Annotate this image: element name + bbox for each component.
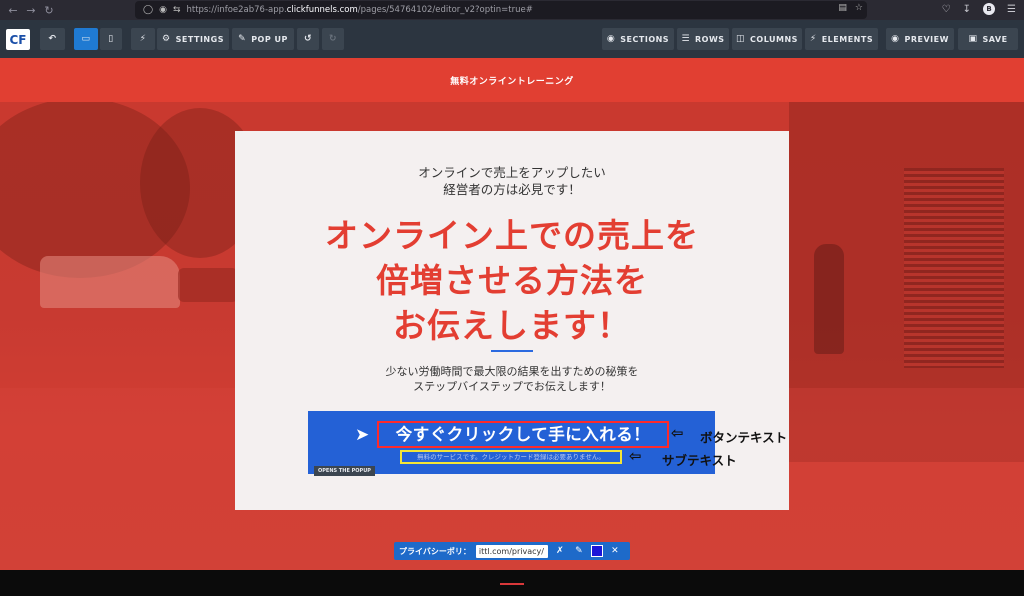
permissions-icon: ⇆ <box>172 5 181 15</box>
back-icon[interactable]: ← <box>4 0 22 20</box>
redo-button[interactable]: ↻ <box>322 28 344 50</box>
privacy-url-input[interactable]: ittl.com/privacy/ <box>475 544 548 558</box>
save-button[interactable]: ▣ SAVE <box>958 28 1018 50</box>
address-bar[interactable]: ◯ ◉ ⇆ https://infoe2ab76-app.clickfunnel… <box>135 1 867 19</box>
privacy-label: プライバシーポリ： <box>399 546 471 556</box>
plugin-button[interactable]: ⚡ <box>131 28 155 50</box>
plug-icon: ⚡ <box>139 34 147 44</box>
lock-icon: ◉ <box>159 5 167 15</box>
sub-line: ステップバイステップでお伝えします！ <box>413 380 611 393</box>
background-car <box>178 268 238 302</box>
undo-button[interactable]: ↺ <box>297 28 319 50</box>
page-canvas[interactable]: 無料オンライントレーニング オンラインで売上をアップしたい 経営者の方は必見です… <box>0 58 1024 570</box>
button-text-highlight: 今すぐクリックして手に入れる！ <box>377 421 669 448</box>
banner-text: 無料オンライントレーニング <box>450 76 574 87</box>
settings-button[interactable]: ⚙ SETTINGS <box>157 28 229 50</box>
lead-line: 経営者の方は必見です！ <box>443 182 581 197</box>
profile-avatar[interactable]: B <box>983 3 996 15</box>
unlink-icon[interactable]: ✗ <box>553 546 567 556</box>
sub-text-annotation: サブテキスト <box>662 453 737 468</box>
arrow-left-icon: ⇦ <box>671 424 684 442</box>
headline-line: 倍増させる方法を <box>376 261 648 300</box>
close-icon[interactable]: ✕ <box>608 546 622 556</box>
elements-button[interactable]: ⚡ ELEMENTS <box>805 28 878 50</box>
divider <box>491 350 533 352</box>
sub-headline: 少ない労働時間で最大限の結果を出すための秘策を ステップバイステップでお伝えしま… <box>235 364 789 394</box>
plug-icon: ⚡ <box>809 34 817 44</box>
edit-popup-icon: ✎ <box>238 34 247 44</box>
headline: オンライン上での売上を 倍増させる方法を お伝えします！ <box>235 213 789 348</box>
forward-icon[interactable]: → <box>22 0 40 20</box>
arrow-left-icon: ⇦ <box>629 447 642 465</box>
cta-button[interactable]: ➤ 今すぐクリックして手に入れる！ 無料のサービスです。クレジットカード登録は必… <box>308 411 715 476</box>
privacy-link-bar: プライバシーポリ： ittl.com/privacy/ ✗ ✎ ✕ <box>394 542 630 560</box>
undo-icon: ↺ <box>303 34 313 44</box>
cta-sub-text: 無料のサービスです。クレジットカード登録は必要ありません。 <box>417 453 605 461</box>
background-shutter <box>904 168 1004 368</box>
rocket-icon: ➤ <box>355 425 370 445</box>
pocket-icon[interactable]: ♡ <box>942 4 951 15</box>
color-swatch[interactable] <box>590 545 603 557</box>
bookmark-star-icon[interactable]: ☆ <box>855 3 863 13</box>
editor-toolbar: CF ↶ ▭ ▯ ⚡ ⚙ SETTINGS ✎ POP UP ↺ ↻ ◉ SECTIO… <box>0 20 1024 58</box>
button-text-annotation: ボタンテキスト <box>700 430 788 445</box>
columns-button[interactable]: ◫ COLUMNS <box>732 28 802 50</box>
edit-icon[interactable]: ✎ <box>572 546 586 556</box>
preview-button[interactable]: ◉ PREVIEW <box>886 28 954 50</box>
browser-toolbar: ← → ↻ ◯ ◉ ⇆ https://infoe2ab76-app.click… <box>0 0 1024 20</box>
reader-view-icon[interactable]: ▤ <box>838 3 847 13</box>
columns-icon: ◫ <box>736 34 746 44</box>
lead-line: オンラインで売上をアップしたい <box>418 165 606 180</box>
headline-line: オンライン上での売上を <box>325 216 699 255</box>
rows-icon: ☰ <box>681 34 691 44</box>
menu-icon[interactable]: ☰ <box>1007 4 1016 15</box>
top-banner[interactable]: 無料オンライントレーニング <box>0 58 1024 102</box>
opens-popup-tag: OPENS THE POPUP <box>314 466 375 476</box>
reload-icon[interactable]: ↻ <box>40 0 58 20</box>
shield-icon: ◯ <box>143 5 154 15</box>
sections-icon: ◉ <box>606 34 616 44</box>
popup-button[interactable]: ✎ POP UP <box>232 28 294 50</box>
clickfunnels-logo[interactable]: CF <box>6 29 30 50</box>
desktop-icon: ▭ <box>81 34 91 44</box>
undo-back-button[interactable]: ↶ <box>40 28 65 50</box>
download-icon[interactable]: ↧ <box>963 4 971 15</box>
url-text: https://infoe2ab76-app.clickfunnels.com/… <box>186 5 533 15</box>
lead-text: オンラインで売上をアップしたい 経営者の方は必見です！ <box>235 164 789 198</box>
background-truck <box>40 256 180 308</box>
sub-text-highlight: 無料のサービスです。クレジットカード登録は必要ありません。 <box>400 450 622 464</box>
desktop-view-button[interactable]: ▭ <box>74 28 98 50</box>
sections-button[interactable]: ◉ SECTIONS <box>602 28 674 50</box>
gear-icon: ⚙ <box>162 34 171 44</box>
save-icon: ▣ <box>968 34 978 44</box>
rows-button[interactable]: ☰ ROWS <box>677 28 729 50</box>
mobile-icon: ▯ <box>108 34 114 44</box>
back-arrow-icon: ↶ <box>48 34 57 44</box>
bottom-bar <box>0 570 1024 596</box>
drag-handle[interactable] <box>500 583 524 585</box>
cta-main-text: 今すぐクリックして手に入れる！ <box>395 425 651 444</box>
background-person <box>814 244 844 354</box>
sub-line: 少ない労働時間で最大限の結果を出すための秘策を <box>385 365 639 378</box>
redo-icon: ↻ <box>328 34 338 44</box>
mobile-view-button[interactable]: ▯ <box>100 28 122 50</box>
eye-icon: ◉ <box>891 34 900 44</box>
headline-line: お伝えします！ <box>393 306 631 345</box>
